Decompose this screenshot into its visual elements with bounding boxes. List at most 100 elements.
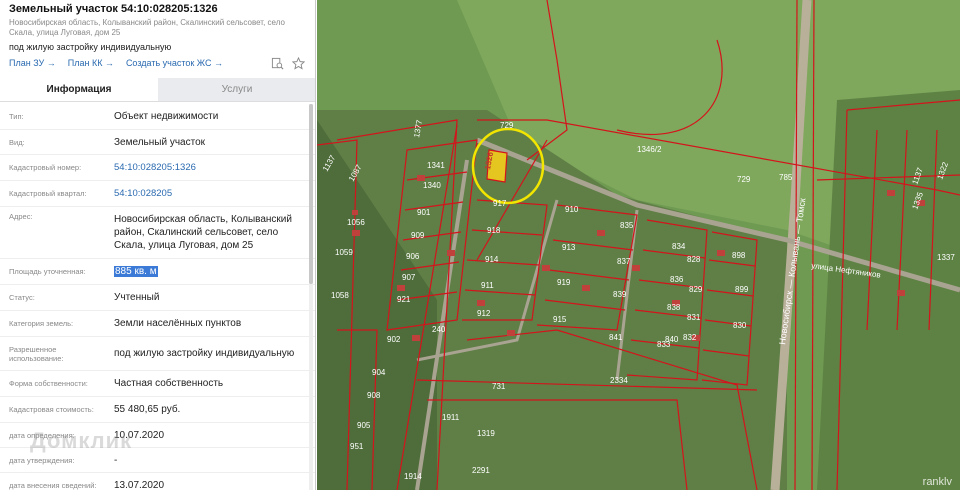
parcel-number-label: 1346/2 xyxy=(637,145,662,154)
parcel-number-label: 921 xyxy=(397,295,411,304)
tab-info[interactable]: Информация xyxy=(0,78,158,101)
row-value: Земли населённых пунктов xyxy=(114,318,242,329)
row-label: Категория земель: xyxy=(9,319,74,328)
parcel-number-label: 902 xyxy=(387,335,401,344)
table-row: Разрешенное использование: под жилую зас… xyxy=(0,337,315,371)
table-row: Категория земель: Земли населённых пункт… xyxy=(0,311,315,337)
parcel-number-label: 910 xyxy=(565,205,579,214)
cadastral-quarter-link[interactable]: 54:10:028205 xyxy=(106,185,315,202)
parcel-number-label: 1337 xyxy=(937,253,955,262)
purpose-text: под жилую застройку индивидуальную xyxy=(9,42,172,52)
parcel-number-label: 907 xyxy=(402,273,416,282)
parcel-number-label: 899 xyxy=(735,285,749,294)
table-row: Форма собственности: Частная собственнос… xyxy=(0,371,315,397)
row-value: 885 кв. м xyxy=(106,263,315,280)
info-table: Тип: Объект недвижимости Вид: Земельный … xyxy=(0,104,315,490)
parcel-number-label: 919 xyxy=(557,278,571,287)
row-label: дата внесения сведений: xyxy=(9,480,97,490)
rankly-watermark: ranklv xyxy=(922,476,952,488)
parcel-number-label: 835 xyxy=(620,221,634,230)
parcel-number-label: 911 xyxy=(481,281,494,290)
search-document-icon[interactable] xyxy=(271,57,284,70)
app-root: Земельный участок 54:10:028205:1326 Ново… xyxy=(0,0,960,490)
parcel-number-label: 914 xyxy=(485,255,499,264)
row-value: 10.07.2020 xyxy=(114,429,165,441)
row-label: Площадь уточненная: xyxy=(9,267,86,276)
plan-links: План ЗУ → План КК → Создать участок ЖС → xyxy=(9,58,223,68)
table-row: Кадастровый номер: 54:10:028205:1326 xyxy=(0,155,315,181)
parcel-number-label: 1914 xyxy=(404,472,422,481)
parcel-number-label: 833 xyxy=(657,340,671,349)
cadastral-number-link[interactable]: 54:10:028205:1326 xyxy=(106,159,315,176)
table-row: Кадастровая стоимость: 55 480,65 руб. xyxy=(0,397,315,423)
row-label: Статус: xyxy=(9,293,35,302)
row-label: дата определения: xyxy=(9,430,75,440)
row-label: Форма собственности: xyxy=(9,379,88,388)
table-row: Вид: Земельный участок xyxy=(0,130,315,155)
parcel-number-label: 828 xyxy=(687,255,701,264)
parcel-number-label: 830 xyxy=(733,321,747,330)
parcel-number-label: 836 xyxy=(670,275,684,284)
parcel-number-label: 1059 xyxy=(335,248,353,257)
map-canvas[interactable]: 13267291346/2729137713411340901909906907… xyxy=(317,0,960,490)
row-label: Вид: xyxy=(9,137,25,147)
row-value: под жилую застройку индивидуальную xyxy=(114,348,295,359)
parcel-number-label: 729 xyxy=(500,121,514,130)
parcel-number-label: 1340 xyxy=(423,181,441,190)
row-value: Земельный участок xyxy=(114,136,206,148)
plan-kk-link[interactable]: План КК → xyxy=(68,58,114,68)
table-row: Адрес: Новосибирская область, Колывански… xyxy=(0,207,315,259)
star-icon[interactable] xyxy=(292,57,305,70)
parcel-number-label: 917 xyxy=(493,199,507,208)
parcel-number-label: 2334 xyxy=(610,376,628,385)
parcel-number-label: 829 xyxy=(689,285,703,294)
parcel-number-label: 838 xyxy=(667,303,681,312)
table-row: Кадастровый квартал: 54:10:028205 xyxy=(0,181,315,207)
header-icons xyxy=(271,57,305,70)
table-row: дата утверждения: - xyxy=(0,448,315,473)
parcel-number-label: 905 xyxy=(357,421,371,430)
page-title: Земельный участок 54:10:028205:1326 xyxy=(9,3,218,15)
parcel-number-label: 729 xyxy=(737,175,751,184)
table-row: дата внесения сведений: 13.07.2020 xyxy=(0,473,315,490)
scrollbar-thumb[interactable] xyxy=(309,104,313,284)
parcel-number-label: 915 xyxy=(553,315,567,324)
parcel-number-label: 2291 xyxy=(472,466,490,475)
cadastral-map[interactable]: 1326 729 1346/2 729 1377 1341 1340 901 909 906 907… xyxy=(317,0,960,490)
table-row: Статус: Учтенный xyxy=(0,285,315,311)
parcel-number-label: 831 xyxy=(687,313,701,322)
row-value: Объект недвижимости xyxy=(114,111,219,122)
parcel-number-label: 1319 xyxy=(477,429,495,438)
parcel-number-label: 1058 xyxy=(331,291,349,300)
row-value: - xyxy=(114,454,118,466)
area-value-selected[interactable]: 885 кв. м xyxy=(114,266,158,277)
parcel-number-label: 839 xyxy=(613,290,627,299)
panel-scrollbar[interactable] xyxy=(309,104,313,490)
row-value: 55 480,65 руб. xyxy=(114,404,181,415)
tab-services[interactable]: Услуги xyxy=(158,78,315,101)
table-row: Площадь уточненная: 885 кв. м xyxy=(0,259,315,285)
parcel-number-label: 240 xyxy=(432,325,446,334)
row-value: Частная собственность xyxy=(114,378,224,389)
row-label: Кадастровая стоимость: xyxy=(9,405,94,414)
parcel-number-label: 898 xyxy=(732,251,746,260)
parcel-number-label: 909 xyxy=(411,231,425,240)
row-value: Учтенный xyxy=(114,292,160,303)
parcel-number-label: 841 xyxy=(609,333,623,342)
row-label: Тип: xyxy=(9,112,24,121)
row-label: дата утверждения: xyxy=(9,455,75,465)
parcel-number-label: 837 xyxy=(617,257,631,266)
row-value: 13.07.2020 xyxy=(114,479,165,490)
table-row: дата определения: 10.07.2020 xyxy=(0,423,315,448)
address-subtitle: Новосибирская область, Колыванский район… xyxy=(9,18,285,37)
parcel-number-label: 908 xyxy=(367,391,381,400)
parcel-number-label: 904 xyxy=(372,368,386,377)
create-parcel-link[interactable]: Создать участок ЖС → xyxy=(126,58,223,68)
row-label: Адрес: xyxy=(9,212,33,221)
row-label: Разрешенное использование: xyxy=(9,344,64,363)
parcel-number-label: 918 xyxy=(487,226,501,235)
parcel-number-label: 906 xyxy=(406,252,420,261)
row-label: Кадастровый квартал: xyxy=(9,189,87,198)
parcel-number-label: 785 xyxy=(779,173,793,182)
plan-zu-link[interactable]: План ЗУ → xyxy=(9,58,56,68)
